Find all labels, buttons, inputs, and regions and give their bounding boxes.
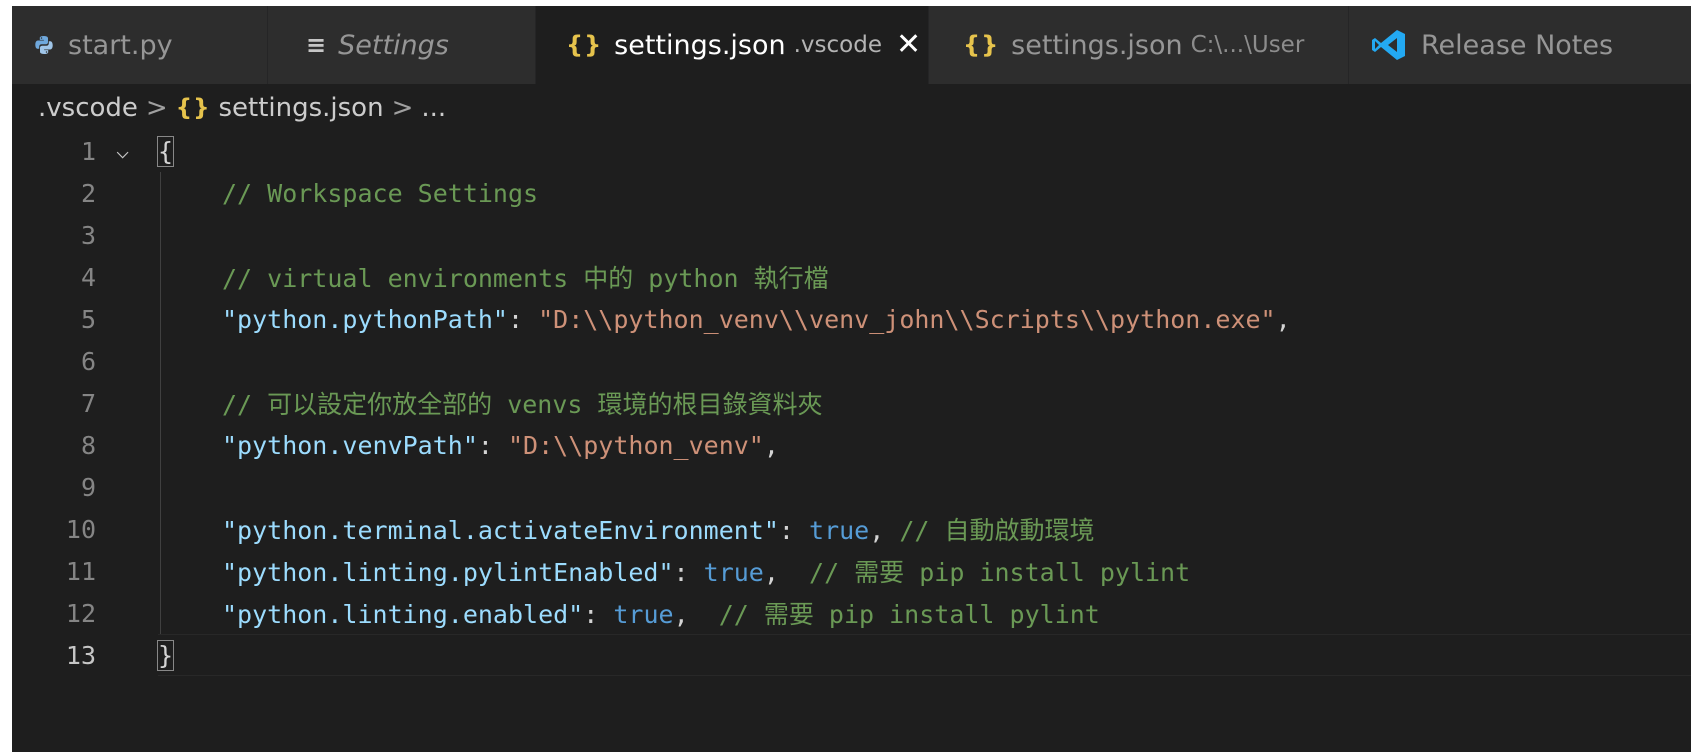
line-number: 5	[80, 304, 96, 334]
editor-window: start.py ≡ Settings {} settings.json .vs…	[12, 6, 1691, 752]
code-line[interactable]: 13}	[12, 634, 1691, 676]
code-token-punc: :	[507, 304, 539, 334]
tab-label: Settings	[338, 29, 449, 61]
code-line[interactable]: 4 // virtual environments 中的 python 執行檔	[12, 256, 1691, 298]
json-braces-icon: {}	[175, 95, 211, 121]
line-number: 4	[80, 262, 96, 292]
fold-chevron-icon[interactable]: ⌵	[116, 139, 129, 164]
code-token-cmt: // virtual environments 中的 python 執行檔	[222, 264, 829, 293]
code-content: {	[156, 135, 175, 167]
code-token-key: "python.pythonPath"	[222, 304, 508, 334]
code-token-str: "D:\\python_venv\\venv_john\\Scripts\\py…	[538, 304, 1276, 334]
code-token-cmt: // 需要 pip install pylint	[809, 558, 1191, 587]
code-token-str: "D:\\python_venv"	[507, 430, 764, 460]
code-token-key: "python.linting.pylintEnabled"	[222, 558, 674, 587]
code-line[interactable]: 9	[12, 466, 1691, 508]
breadcrumb-symbol[interactable]: ...	[421, 93, 446, 123]
code-token-punc: ,	[1275, 304, 1291, 334]
tab-description: C:\...\User	[1190, 32, 1305, 58]
code-line[interactable]: 5 "python.pythonPath": "D:\\python_venv\\…	[12, 298, 1691, 340]
code-content: "python.venvPath": "D:\\python_venv",	[158, 431, 779, 460]
code-token-punc: ,	[673, 600, 719, 629]
python-icon	[35, 36, 53, 54]
code-token-punc: :	[583, 600, 614, 629]
code-token-brace: }	[156, 639, 175, 671]
code-token-bool: true	[703, 558, 764, 587]
code-content: "python.linting.pylintEnabled": true, //…	[158, 553, 1190, 589]
code-token-key: "python.venvPath"	[222, 430, 478, 460]
line-number: 11	[65, 556, 96, 586]
code-content: }	[156, 639, 175, 671]
code-token-cmt: // Workspace Settings	[222, 178, 539, 208]
code-token-cmt: // 可以設定你放全部的 venvs 環境的根目錄資料夾	[222, 390, 823, 419]
code-token-bool: true	[809, 516, 870, 545]
line-number: 13	[65, 640, 96, 670]
code-token-brace: {	[156, 135, 175, 167]
breadcrumb-file[interactable]: settings.json	[218, 93, 383, 123]
line-number: 12	[65, 598, 96, 628]
vscode-logo-icon	[1372, 30, 1405, 60]
code-line[interactable]: 2 // Workspace Settings	[12, 172, 1691, 214]
code-token-cmt: // 自動啟動環境	[899, 516, 1095, 545]
tab-label: settings.json	[1011, 29, 1183, 61]
code-token-cmt: // 需要 pip install pylint	[718, 600, 1100, 629]
code-token-key: "python.linting.enabled"	[222, 600, 584, 629]
code-editor[interactable]: 1 ⌵ {2 // Workspace Settings 3 4 // virtual en…	[12, 130, 1691, 690]
line-number: 7	[80, 388, 96, 418]
chevron-right-icon: >	[145, 93, 168, 123]
line-number: 3	[80, 220, 96, 250]
code-content: "python.linting.enabled": true, // 需要 pi…	[158, 595, 1100, 631]
code-token-punc: ,	[869, 516, 900, 545]
code-token-punc: ,	[763, 558, 810, 587]
code-line[interactable]: 8 "python.venvPath": "D:\\python_venv",	[12, 424, 1691, 466]
line-number: 2	[80, 178, 96, 208]
tab-settings-json-user[interactable]: {} settings.json C:\...\User	[929, 6, 1349, 84]
code-token-punc: :	[477, 430, 508, 460]
code-content: "python.terminal.activateEnvironment": t…	[158, 511, 1095, 547]
code-token-punc: :	[778, 516, 810, 545]
tab-settings[interactable]: ≡ Settings	[268, 6, 536, 84]
line-number: 9	[80, 472, 96, 502]
tab-release-notes[interactable]: Release Notes	[1349, 6, 1691, 84]
tab-start-py[interactable]: start.py	[12, 6, 268, 84]
close-icon[interactable]: ✕	[896, 30, 921, 60]
tab-settings-json-workspace[interactable]: {} settings.json .vscode ✕	[536, 6, 929, 84]
tab-label: start.py	[68, 29, 173, 61]
code-line[interactable]: 3	[12, 214, 1691, 256]
tab-label: Release Notes	[1421, 29, 1614, 61]
code-line[interactable]: 6	[12, 340, 1691, 382]
code-token-punc: :	[673, 558, 704, 587]
breadcrumb: .vscode > {} settings.json > ...	[38, 88, 446, 128]
json-braces-icon: {}	[566, 31, 603, 59]
code-line[interactable]: 7 // 可以設定你放全部的 venvs 環境的根目錄資料夾	[12, 382, 1691, 424]
line-number: 6	[80, 346, 96, 376]
code-line[interactable]: 11 "python.linting.pylintEnabled": true, …	[12, 550, 1691, 592]
tab-description: .vscode	[793, 32, 882, 58]
line-number: 1	[80, 136, 96, 166]
json-braces-icon: {}	[963, 31, 1000, 59]
code-token-key: "python.terminal.activateEnvironment"	[222, 516, 779, 545]
code-line[interactable]: 10 "python.terminal.activateEnvironment":…	[12, 508, 1691, 550]
tab-bar: start.py ≡ Settings {} settings.json .vs…	[12, 6, 1691, 84]
line-number: 8	[80, 430, 96, 460]
code-line[interactable]: 12 "python.linting.enabled": true, // 需要 …	[12, 592, 1691, 634]
code-token-punc: ,	[763, 430, 779, 460]
code-line[interactable]: 1 ⌵ {	[12, 130, 1691, 172]
code-content: // Workspace Settings	[158, 179, 538, 208]
chevron-right-icon: >	[391, 93, 414, 123]
menu-lines-icon: ≡	[306, 31, 327, 59]
tab-label: settings.json	[614, 29, 786, 61]
code-content: // 可以設定你放全部的 venvs 環境的根目錄資料夾	[158, 385, 823, 421]
code-content: "python.pythonPath": "D:\\python_venv\\v…	[158, 305, 1291, 334]
breadcrumb-folder[interactable]: .vscode	[38, 93, 138, 123]
code-token-bool: true	[613, 600, 674, 629]
line-number: 10	[65, 514, 96, 544]
code-content: // virtual environments 中的 python 執行檔	[158, 259, 829, 295]
